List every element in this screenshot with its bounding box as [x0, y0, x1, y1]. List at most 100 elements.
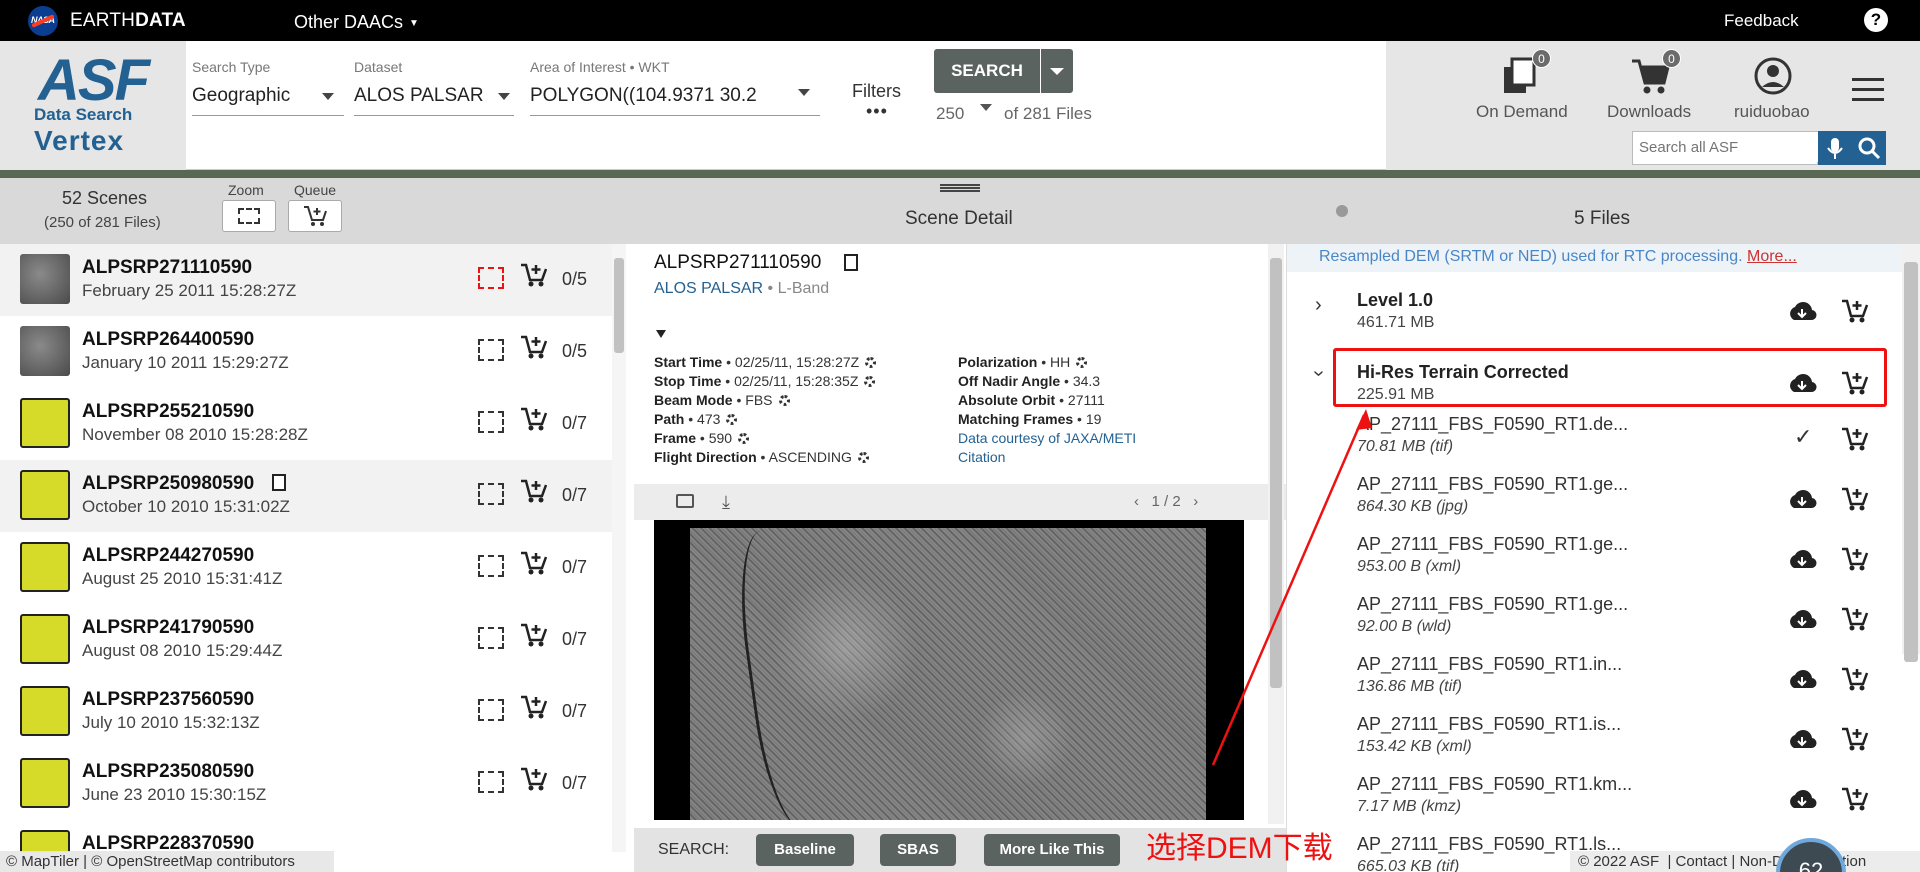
dataset-link[interactable]: ALOS PALSAR	[654, 280, 763, 297]
add-to-cart-icon[interactable]	[520, 622, 548, 648]
hamburger-menu-icon[interactable]	[1852, 78, 1884, 102]
add-to-cart-icon[interactable]	[1841, 606, 1869, 632]
cloud-download-icon[interactable]	[1787, 488, 1817, 512]
search-button[interactable]: SEARCH	[934, 49, 1040, 93]
add-to-cart-icon[interactable]	[1841, 726, 1869, 752]
detail-scroll-thumb[interactable]	[1270, 258, 1282, 688]
chevron-down-icon[interactable]: ›	[1307, 370, 1330, 377]
download-image-icon[interactable]: ⤓	[722, 492, 730, 513]
scene-list-scroll-thumb[interactable]	[614, 258, 624, 353]
add-to-cart-icon[interactable]	[520, 262, 548, 288]
add-to-cart-icon[interactable]	[1841, 298, 1869, 324]
search-all-asf-field[interactable]	[1632, 131, 1819, 165]
image-pager[interactable]: ‹ 1 / 2 ›	[1134, 493, 1198, 510]
scene-row[interactable]: ALPSRP237560590 July 10 2010 15:32:13Z 0…	[0, 676, 614, 748]
other-daacs-menu[interactable]: Other DAACs ▼	[294, 12, 419, 33]
zoom-to-scene-icon[interactable]	[478, 555, 504, 577]
collapse-toggle-icon[interactable]	[656, 330, 666, 338]
cloud-download-icon[interactable]	[1787, 668, 1817, 692]
search-type-caret-icon[interactable]	[322, 93, 334, 100]
aoi-caret-icon[interactable]	[798, 89, 810, 96]
gear-icon[interactable]	[865, 357, 877, 368]
cloud-download-icon[interactable]	[1787, 300, 1817, 324]
data-courtesy-link[interactable]: Data courtesy of JAXA/METI	[958, 430, 1136, 446]
gear-icon[interactable]	[738, 433, 750, 444]
zoom-to-scene-icon[interactable]	[478, 699, 504, 721]
filters-dots-icon[interactable]: •••	[866, 101, 888, 122]
add-to-cart-icon[interactable]	[1841, 426, 1869, 452]
max-results-caret-icon[interactable]	[980, 104, 992, 111]
asf-vertex-logo[interactable]: ASF Data Search Vertex	[0, 41, 186, 170]
gear-icon[interactable]	[778, 395, 790, 406]
more-like-this-button[interactable]: More Like This	[984, 834, 1120, 866]
dataset-select[interactable]: ALOS PALSAR	[354, 85, 484, 107]
add-to-cart-icon[interactable]	[1841, 666, 1869, 692]
scene-row[interactable]: ALPSRP255210590 November 08 2010 15:28:2…	[0, 388, 614, 460]
copy-icon[interactable]	[844, 254, 858, 271]
gear-icon[interactable]	[1076, 357, 1088, 368]
scene-row[interactable]: ALPSRP244270590 August 25 2010 15:31:41Z…	[0, 532, 614, 604]
product-group-name[interactable]: Level 1.0	[1357, 290, 1433, 311]
contact-link[interactable]: Contact	[1676, 853, 1728, 870]
map-background[interactable]	[0, 170, 1920, 178]
dataset-label: Dataset	[354, 59, 403, 75]
nasa-logo[interactable]: NASA	[28, 6, 58, 36]
baseline-button[interactable]: Baseline	[756, 834, 854, 866]
microphone-icon[interactable]	[1818, 131, 1852, 165]
browse-image[interactable]	[654, 520, 1244, 820]
earthdata-logo[interactable]: EARTHDATA	[70, 10, 186, 32]
add-to-cart-icon[interactable]	[520, 406, 548, 432]
add-to-cart-icon[interactable]	[520, 334, 548, 360]
scene-row[interactable]: ALPSRP241790590 August 08 2010 15:29:44Z…	[0, 604, 614, 676]
scene-row[interactable]: ALPSRP250980590 October 10 2010 15:31:02…	[0, 460, 614, 532]
gear-icon[interactable]	[864, 376, 876, 387]
max-results-select[interactable]: 250	[936, 104, 964, 124]
help-icon[interactable]: ?	[1864, 8, 1888, 32]
add-to-cart-icon[interactable]	[520, 694, 548, 720]
zoom-to-scene-icon[interactable]	[478, 411, 504, 433]
cloud-download-icon[interactable]	[1787, 548, 1817, 572]
add-to-cart-icon[interactable]	[1841, 486, 1869, 512]
aoi-wkt-input[interactable]: POLYGON((104.9371 30.2	[530, 85, 760, 107]
citation-link[interactable]: Citation	[958, 449, 1005, 465]
feedback-link[interactable]: Feedback	[1724, 11, 1799, 31]
cloud-download-icon[interactable]	[1787, 608, 1817, 632]
files-scroll-thumb[interactable]	[1904, 262, 1918, 662]
add-to-cart-icon[interactable]	[520, 550, 548, 576]
zoom-to-scene-icon[interactable]	[478, 771, 504, 793]
add-to-cart-icon[interactable]	[1841, 786, 1869, 812]
add-to-cart-icon[interactable]	[520, 766, 548, 792]
zoom-to-scene-icon[interactable]	[478, 339, 504, 361]
queue-all-button[interactable]	[288, 200, 342, 232]
annotation-highlight-box	[1333, 348, 1887, 407]
search-icon[interactable]	[1852, 131, 1886, 165]
search-type-label: Search Type	[192, 59, 271, 75]
more-link[interactable]: More...	[1747, 248, 1797, 265]
chevron-right-icon[interactable]: ›	[1315, 294, 1322, 317]
sbas-button[interactable]: SBAS	[880, 834, 956, 866]
gear-icon[interactable]	[857, 452, 869, 463]
copy-icon[interactable]	[272, 474, 286, 491]
panel-resize-handle[interactable]	[940, 184, 980, 192]
cloud-download-icon[interactable]	[1787, 788, 1817, 812]
search-type-select[interactable]: Geographic	[192, 85, 322, 107]
on-demand-label: On Demand	[1476, 102, 1568, 121]
filters-button[interactable]: Filters	[852, 81, 901, 102]
zoom-to-scene-icon[interactable]	[478, 483, 504, 505]
zoom-to-scene-icon[interactable]	[478, 267, 504, 289]
dataset-caret-icon[interactable]	[498, 93, 510, 100]
search-options-caret-icon[interactable]	[1041, 49, 1073, 93]
scene-row[interactable]: ALPSRP271110590 February 25 2011 15:28:2…	[0, 244, 614, 316]
scene-row[interactable]: ALPSRP264400590 January 10 2011 15:29:27…	[0, 316, 614, 388]
view-image-icon[interactable]	[676, 494, 694, 508]
zoom-to-scene-icon[interactable]	[478, 627, 504, 649]
scene-list[interactable]: ALPSRP271110590 February 25 2011 15:28:2…	[0, 244, 616, 852]
add-to-cart-icon[interactable]	[520, 478, 548, 504]
add-to-cart-icon[interactable]	[1841, 546, 1869, 572]
search-all-asf-input[interactable]	[1639, 132, 1819, 162]
gear-icon[interactable]	[726, 414, 738, 425]
cloud-download-icon[interactable]	[1787, 728, 1817, 752]
zoom-all-button[interactable]	[222, 200, 276, 232]
scene-row[interactable]: ALPSRP228370590	[0, 820, 614, 852]
scene-row[interactable]: ALPSRP235080590 June 23 2010 15:30:15Z 0…	[0, 748, 614, 820]
